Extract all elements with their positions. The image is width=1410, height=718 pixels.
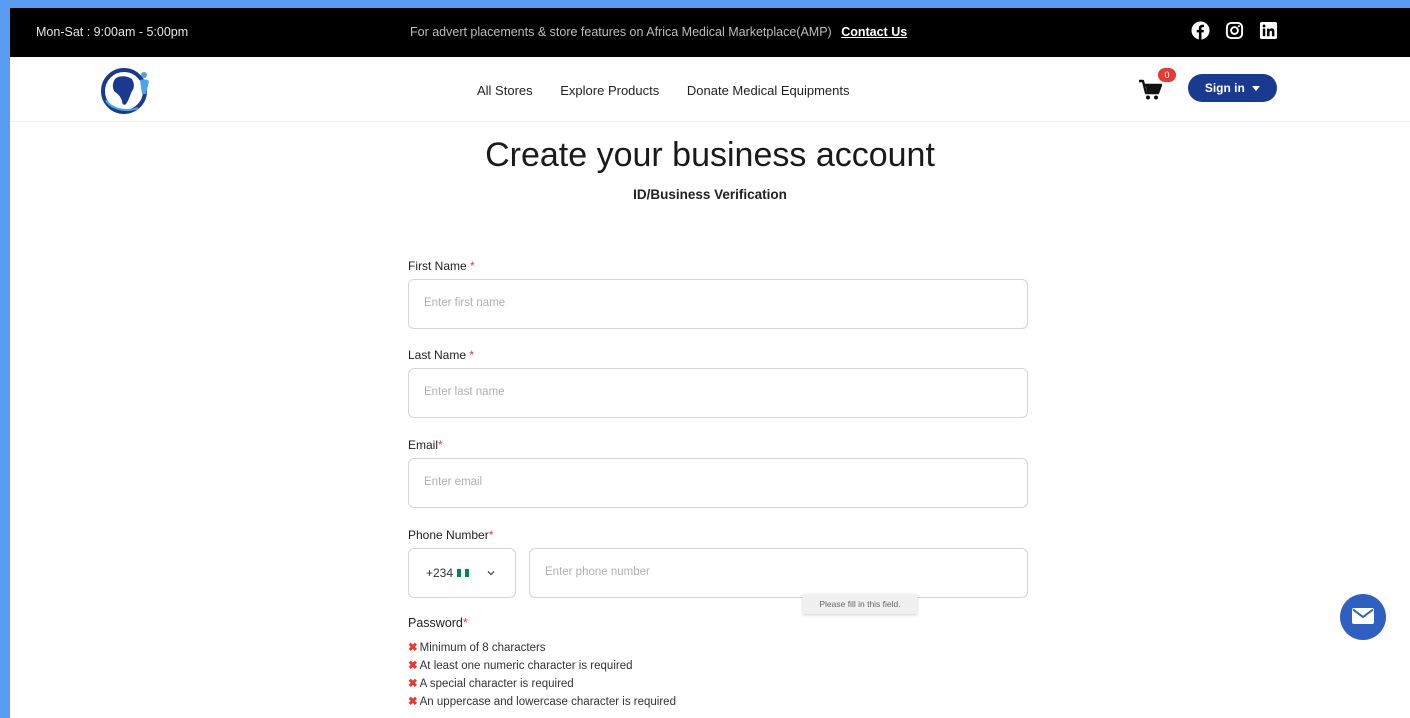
required-mark: * <box>462 616 468 630</box>
page-title: Create your business account <box>485 136 935 174</box>
validation-tooltip: Please fill in this field. <box>803 594 917 614</box>
phone-number-placeholder: Enter phone number <box>545 566 650 578</box>
first-name-placeholder: Enter first name <box>424 297 506 309</box>
email-input[interactable]: Enter email <box>408 458 1028 508</box>
last-name-label: Last Name * <box>408 348 474 362</box>
email-label-text: Email <box>408 438 439 452</box>
email-placeholder: Enter email <box>424 476 483 488</box>
last-name-input[interactable]: Enter last name <box>408 368 1028 418</box>
top-bar: Mon-Sat : 9:00am - 5:00pm For advert pla… <box>10 8 1410 57</box>
cart-icon[interactable] <box>1138 79 1164 101</box>
last-name-label-text: Last Name <box>408 348 467 362</box>
promo-text: For advert placements & store features o… <box>410 25 832 39</box>
nav-explore-products[interactable]: Explore Products <box>560 83 659 98</box>
email-label: Email* <box>408 438 443 452</box>
amp-logo[interactable] <box>94 64 162 116</box>
password-label-text: Password <box>408 616 463 630</box>
phone-label-text: Phone Number <box>408 528 489 542</box>
phone-number-input[interactable]: Enter phone number <box>529 548 1028 598</box>
password-rule-text: Minimum of 8 characters <box>419 642 546 654</box>
required-mark: * <box>438 438 443 452</box>
nav-all-stores[interactable]: All Stores <box>477 83 533 98</box>
caret-down-icon <box>1252 85 1261 91</box>
main-nav: All Stores Explore Products Donate Medic… <box>10 57 1410 122</box>
first-name-label-text: First Name <box>408 259 467 273</box>
password-label: Password* <box>408 616 468 630</box>
message-chat-button[interactable] <box>1340 594 1386 640</box>
required-mark: * <box>488 528 494 542</box>
cart-count-badge: 0 <box>1158 68 1176 82</box>
cross-icon: ✖ <box>408 696 418 708</box>
sign-in-label: Sign in <box>1204 81 1245 95</box>
required-mark: * <box>470 259 475 273</box>
promo-banner: For advert placements & store features o… <box>410 25 907 39</box>
sign-in-button[interactable]: Sign in <box>1188 74 1277 102</box>
country-code-select[interactable]: +234 <box>408 548 516 598</box>
instagram-icon[interactable] <box>1225 21 1244 40</box>
cross-icon: ✖ <box>408 660 418 672</box>
linkedin-icon[interactable] <box>1259 21 1278 40</box>
password-rule-text: An uppercase and lowercase character is … <box>419 696 676 708</box>
password-rule: ✖ At least one numeric character is requi… <box>408 658 633 672</box>
phone-label: Phone Number* <box>408 528 493 542</box>
country-code-value: +234 <box>426 566 454 580</box>
password-rule-text: A special character is required <box>419 678 574 690</box>
envelope-icon <box>1352 608 1374 624</box>
password-rule: ✖ A special character is required <box>408 676 574 690</box>
page-frame: Mon-Sat : 9:00am - 5:00pm For advert pla… <box>10 8 1410 718</box>
nigeria-flag-icon <box>457 569 469 577</box>
password-rule: ✖ Minimum of 8 characters <box>408 640 546 654</box>
business-hours: Mon-Sat : 9:00am - 5:00pm <box>36 25 189 39</box>
nav-links: All Stores Explore Products Donate Medic… <box>477 83 873 98</box>
cross-icon: ✖ <box>408 678 418 690</box>
required-mark: * <box>469 348 475 362</box>
password-rule-text: At least one numeric character is requir… <box>419 660 633 672</box>
chevron-down-icon <box>487 571 495 576</box>
nav-donate-medical-equipments[interactable]: Donate Medical Equipments <box>687 83 850 98</box>
contact-us-link[interactable]: Contact Us <box>841 25 907 39</box>
first-name-input[interactable]: Enter first name <box>408 279 1028 329</box>
first-name-label: First Name * <box>408 259 475 273</box>
facebook-icon[interactable] <box>1191 21 1210 40</box>
cross-icon: ✖ <box>408 642 418 654</box>
last-name-placeholder: Enter last name <box>424 386 505 398</box>
page-subtitle: ID/Business Verification <box>633 187 787 202</box>
password-rule: ✖ An uppercase and lowercase character is… <box>408 694 676 708</box>
